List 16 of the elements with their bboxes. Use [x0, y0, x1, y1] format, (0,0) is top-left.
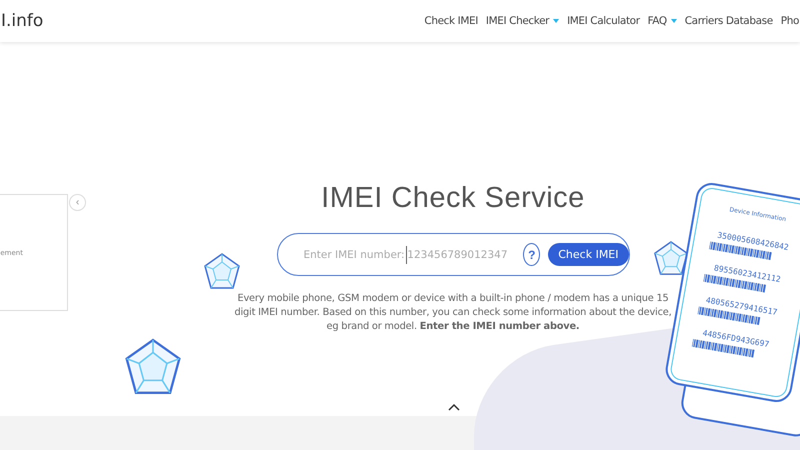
check-imei-button[interactable]: Check IMEI	[548, 243, 628, 266]
site-logo[interactable]: I.info	[1, 11, 44, 31]
caret-icon	[553, 19, 560, 23]
nav-link[interactable]: IMEI Checker	[486, 15, 560, 27]
page-title: IMEI Check Service	[321, 182, 585, 215]
dodecahedron-icon	[202, 252, 242, 292]
description-text: Every mobile phone, GSM modem or device with a built-in phone / modem has a unique 15 digit IMEI number. Based on this number, you can check some information about the device, eg brand or model. Enter the IMEI number above.	[233, 292, 673, 334]
help-button[interactable]: ?	[523, 243, 540, 266]
nav-link[interactable]: Check IMEI	[424, 15, 478, 27]
chevron-up-icon[interactable]	[448, 403, 460, 411]
nav-link[interactable]: FAQ	[648, 15, 677, 27]
nav-link[interactable]: IMEI Calculator	[567, 15, 640, 27]
caret-icon	[670, 19, 677, 23]
nav-link[interactable]: Pho	[780, 15, 799, 27]
field-label: Enter IMEI number:	[304, 248, 405, 260]
nav-link[interactable]: Carriers Database	[684, 15, 773, 27]
